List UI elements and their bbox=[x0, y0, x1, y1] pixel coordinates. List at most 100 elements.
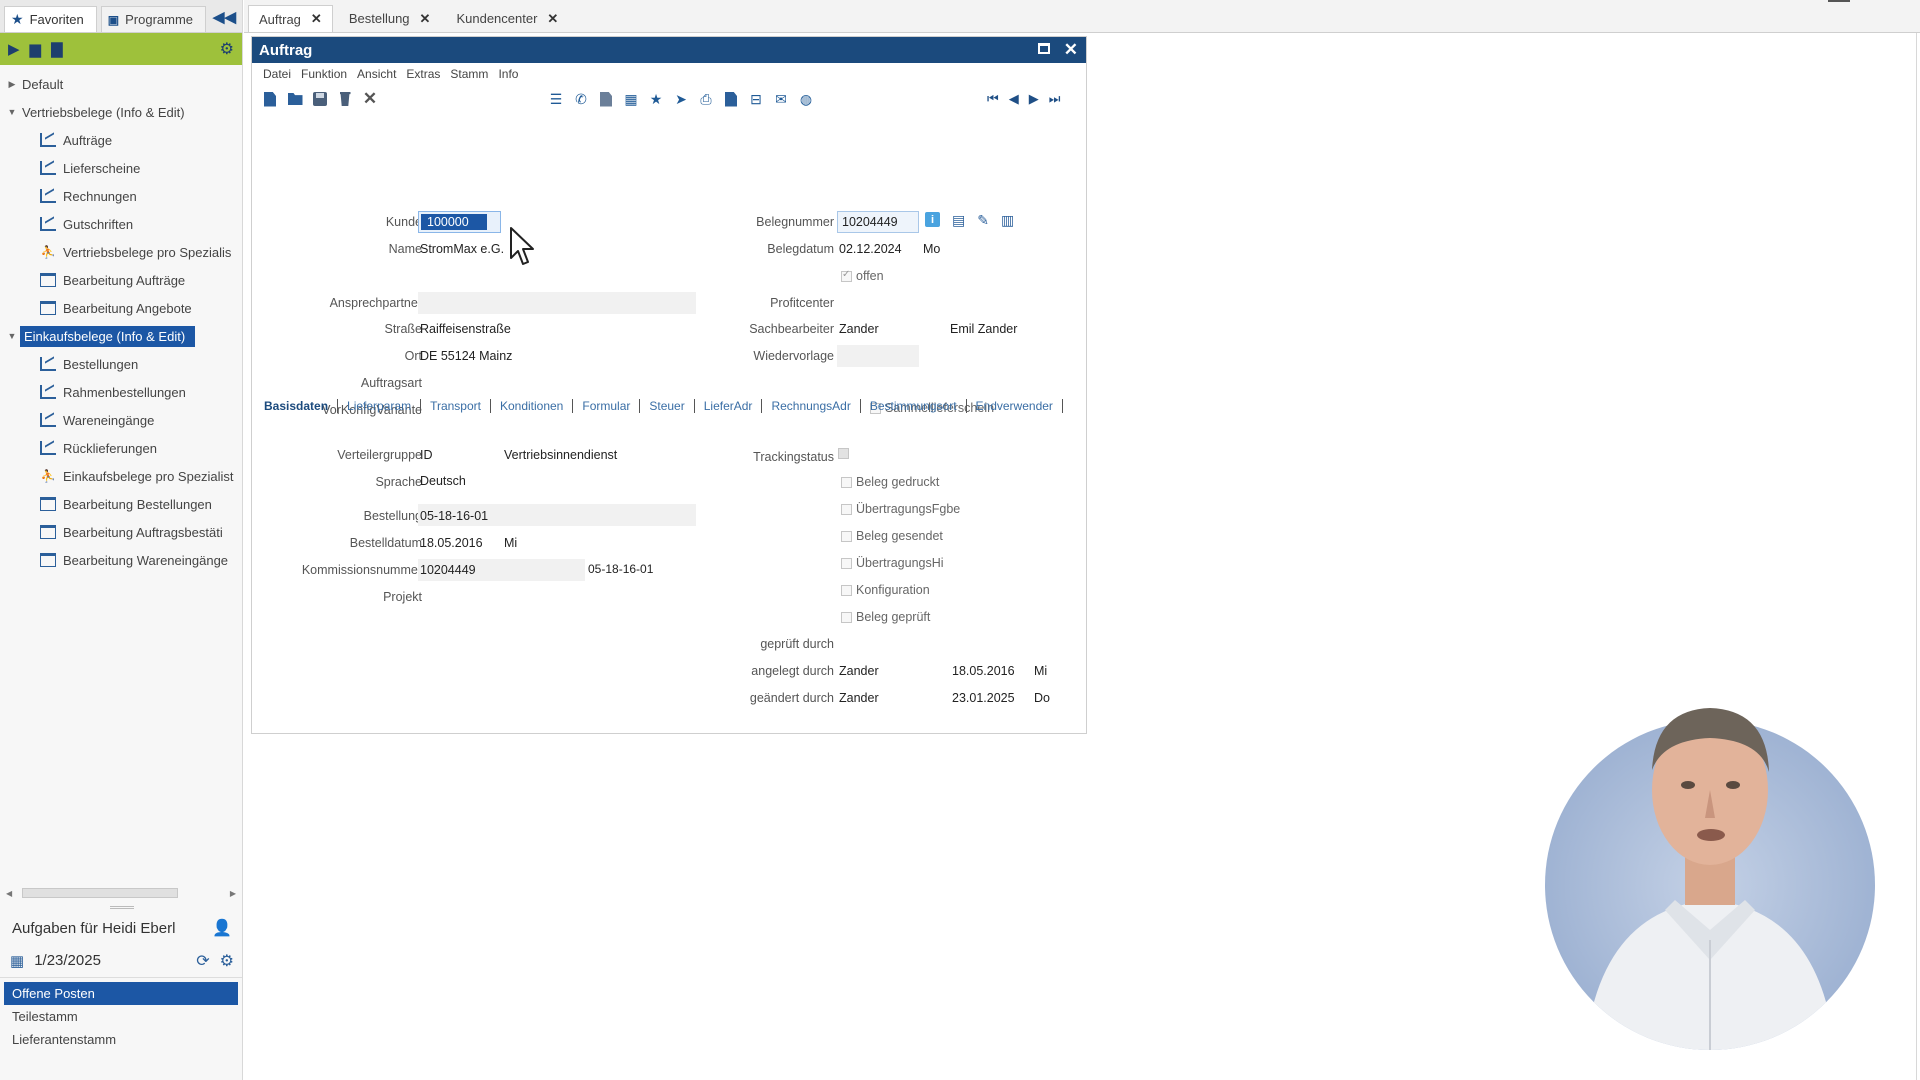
report-icon[interactable] bbox=[723, 91, 739, 107]
tree-item[interactable]: Aufträge bbox=[0, 126, 242, 154]
menu-item[interactable]: Funktion bbox=[301, 67, 347, 81]
form-tab[interactable]: Bestimmungsort bbox=[861, 399, 967, 413]
info-icon[interactable]: i bbox=[925, 212, 940, 227]
menu-item[interactable]: Info bbox=[498, 67, 518, 81]
previous-record-icon[interactable]: ◀ bbox=[1009, 91, 1019, 107]
list-icon[interactable]: ☰ bbox=[548, 91, 564, 107]
tree-item[interactable]: Bearbeitung Bestellungen bbox=[0, 490, 242, 518]
document-text-icon[interactable]: ▥ bbox=[1001, 212, 1014, 229]
caret-down-icon[interactable]: ▼ bbox=[6, 331, 18, 341]
menu-item[interactable]: Ansicht bbox=[357, 67, 396, 81]
form-tab[interactable]: LieferAdr bbox=[695, 399, 763, 413]
scroll-left-icon[interactable]: ◀ bbox=[6, 889, 12, 898]
caret-right-icon[interactable]: ▶ bbox=[6, 79, 18, 90]
tree-item[interactable]: ▶ Default bbox=[0, 70, 242, 98]
status-checkbox[interactable] bbox=[841, 558, 852, 569]
phone-icon[interactable]: ✆ bbox=[573, 91, 589, 107]
scroll-right-icon[interactable]: ▶ bbox=[230, 889, 236, 898]
maximize-icon[interactable] bbox=[1037, 43, 1050, 54]
open-folder-icon[interactable] bbox=[287, 91, 303, 107]
menu-item[interactable]: Datei bbox=[263, 67, 291, 81]
new-icon[interactable] bbox=[262, 91, 278, 107]
copy-document-icon[interactable] bbox=[598, 91, 614, 107]
task-list-item[interactable]: Offene Posten bbox=[4, 982, 238, 1005]
belegnummer-input[interactable]: 10204449 bbox=[837, 211, 919, 233]
print-icon[interactable]: ⎙ bbox=[698, 91, 714, 107]
form-tab[interactable]: Basisdaten bbox=[261, 399, 339, 413]
forward-icon[interactable]: ➤ bbox=[673, 91, 689, 107]
tree-horizontal-scrollbar[interactable]: ◀ ▶ bbox=[6, 887, 236, 899]
cancel-icon[interactable]: ✕ bbox=[362, 89, 378, 108]
form-tab[interactable]: Lieferparam bbox=[338, 399, 422, 413]
new-document-icon[interactable]: ▆ bbox=[30, 40, 42, 58]
tasks-gear-icon[interactable]: ⚙ bbox=[220, 951, 234, 971]
inbox-icon[interactable]: ⊟ bbox=[748, 91, 764, 107]
form-tab[interactable]: Steuer bbox=[640, 399, 695, 413]
close-tab-icon[interactable]: ✕ bbox=[311, 11, 322, 27]
form-tab[interactable]: Transport bbox=[421, 399, 491, 413]
tree-item[interactable]: Rahmenbestellungen bbox=[0, 378, 242, 406]
globe-icon[interactable]: ◍ bbox=[798, 91, 814, 107]
offen-checkbox[interactable] bbox=[841, 269, 852, 282]
collapse-sidebar-icon[interactable]: ◀◀ bbox=[213, 8, 236, 26]
favorite-star-icon[interactable]: ★ bbox=[648, 91, 664, 107]
document-tab[interactable]: Auftrag ✕ bbox=[248, 5, 333, 32]
status-checkbox[interactable] bbox=[841, 612, 852, 623]
ansprechpartner-input[interactable] bbox=[418, 292, 696, 314]
tab-programme[interactable]: ▣ Programme bbox=[100, 6, 207, 32]
tree-item[interactable]: Bearbeitung Auftragsbestäti bbox=[0, 518, 242, 546]
first-record-icon[interactable]: ⏮ bbox=[987, 91, 999, 107]
gear-icon[interactable]: ⚙ bbox=[220, 39, 234, 59]
caret-down-icon[interactable]: ▼ bbox=[6, 107, 18, 117]
status-checkbox[interactable] bbox=[841, 585, 852, 596]
tree-item[interactable]: Wareneingänge bbox=[0, 406, 242, 434]
edit-document-icon[interactable]: ✎ bbox=[977, 212, 989, 229]
wiedervorlage-input[interactable] bbox=[837, 345, 919, 367]
close-tab-icon[interactable]: ✕ bbox=[420, 11, 431, 27]
tree-item[interactable]: Bearbeitung Wareneingänge bbox=[0, 546, 242, 574]
status-checkbox[interactable] bbox=[841, 504, 852, 515]
trackingstatus-checkbox[interactable] bbox=[838, 448, 849, 459]
scrollbar-thumb[interactable] bbox=[22, 888, 178, 898]
tree-item[interactable]: Bestellungen bbox=[0, 350, 242, 378]
refresh-icon[interactable]: ⟳ bbox=[196, 951, 209, 971]
tree-item[interactable]: Gutschriften bbox=[0, 210, 242, 238]
status-checkbox[interactable] bbox=[841, 531, 852, 542]
run-icon[interactable]: ▶ bbox=[8, 40, 20, 58]
form-tab[interactable]: Formular bbox=[573, 399, 641, 413]
close-tab-icon[interactable]: ✕ bbox=[547, 11, 558, 27]
tree-item[interactable]: Rücklieferungen bbox=[0, 434, 242, 462]
menu-item[interactable]: Stamm bbox=[450, 67, 488, 81]
form-tab[interactable]: Konditionen bbox=[491, 399, 574, 413]
close-icon[interactable]: ✕ bbox=[1064, 41, 1078, 58]
last-record-icon[interactable]: ⏭ bbox=[1049, 91, 1061, 107]
document-tab[interactable]: Kundencenter ✕ bbox=[446, 5, 568, 32]
panel-splitter[interactable] bbox=[110, 906, 134, 909]
task-list-item[interactable]: Teilestamm bbox=[4, 1005, 238, 1028]
calendar-grid-icon[interactable]: ▦ bbox=[623, 91, 639, 107]
next-record-icon[interactable]: ▶ bbox=[1029, 91, 1039, 107]
tab-favoriten[interactable]: ★ Favoriten bbox=[4, 6, 97, 32]
tree-item[interactable]: Lieferscheine bbox=[0, 154, 242, 182]
menu-item[interactable]: Extras bbox=[406, 67, 440, 81]
tree-item[interactable]: Bearbeitung Angebote bbox=[0, 294, 242, 322]
tree-item[interactable]: ⛹ Einkaufsbelege pro Spezialist bbox=[0, 462, 242, 490]
tree-item[interactable]: ⛹ Vertriebsbelege pro Spezialis bbox=[0, 238, 242, 266]
trash-icon[interactable] bbox=[337, 91, 353, 107]
user-icon[interactable]: 👤 bbox=[212, 918, 232, 938]
document-tab[interactable]: Bestellung ✕ bbox=[339, 5, 441, 32]
save-icon[interactable] bbox=[312, 91, 328, 107]
window-title-bar[interactable]: Auftrag ✕ bbox=[252, 37, 1086, 63]
mail-icon[interactable]: ✉ bbox=[773, 91, 789, 107]
tree-item[interactable]: ▼ Vertriebsbelege (Info & Edit) bbox=[0, 98, 242, 126]
tree-item[interactable]: Bearbeitung Aufträge bbox=[0, 266, 242, 294]
kunde-input[interactable]: 100000 bbox=[418, 211, 501, 233]
delete-icon[interactable]: ▇ bbox=[51, 40, 63, 58]
tree-item[interactable]: ▼ Einkaufsbelege (Info & Edit) bbox=[0, 322, 242, 350]
tree-item[interactable]: Rechnungen bbox=[0, 182, 242, 210]
document-link-icon[interactable]: ▤ bbox=[952, 212, 965, 229]
form-tab[interactable]: Endverwender bbox=[967, 399, 1063, 413]
calendar-icon[interactable]: ▦ bbox=[10, 952, 24, 970]
form-tab[interactable]: RechnungsAdr bbox=[762, 399, 861, 413]
task-list-item[interactable]: Lieferantenstamm bbox=[4, 1028, 238, 1051]
